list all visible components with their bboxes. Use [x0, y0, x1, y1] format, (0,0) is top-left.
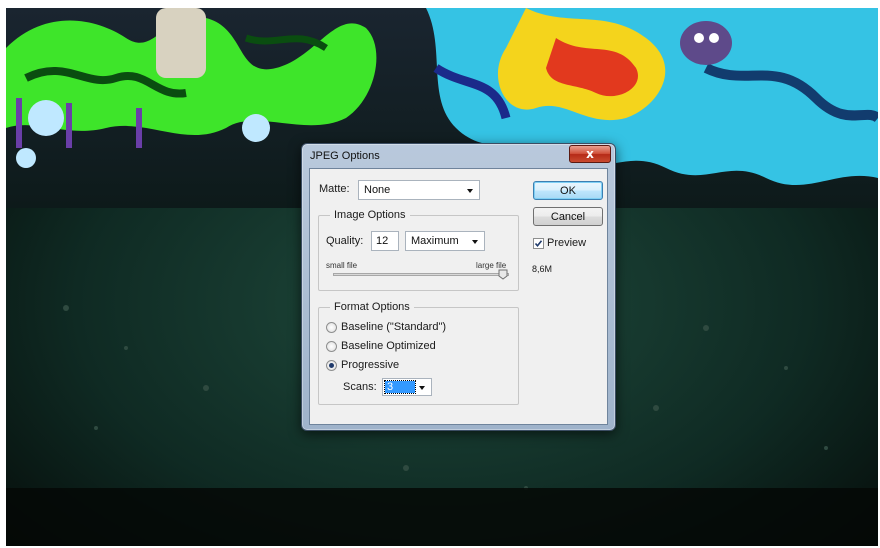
baseline-optimized-radio[interactable] [326, 341, 337, 352]
quality-input[interactable]: 12 [371, 231, 399, 251]
matte-dropdown[interactable]: None [358, 180, 480, 200]
quality-preset-dropdown[interactable]: Maximum [405, 231, 485, 251]
baseline-standard-label[interactable]: Baseline ("Standard") [341, 321, 446, 333]
dialog-titlebar[interactable]: JPEG Options x [302, 144, 615, 168]
close-button[interactable]: x [569, 145, 611, 163]
image-options-group [318, 215, 519, 291]
progressive-radio[interactable] [326, 360, 337, 371]
scans-label: Scans: [343, 381, 377, 393]
ok-button[interactable]: OK [533, 181, 603, 200]
scans-dropdown[interactable]: 3 [382, 378, 432, 396]
matte-value: None [364, 184, 391, 196]
slider-min-label: small file [326, 261, 358, 270]
preview-label[interactable]: Preview [547, 237, 586, 249]
checkmark-icon [534, 240, 543, 248]
chevron-down-icon [472, 240, 478, 244]
chevron-down-icon [467, 189, 473, 193]
baseline-optimized-label[interactable]: Baseline Optimized [341, 340, 436, 352]
matte-label: Matte: [319, 183, 350, 195]
scans-value: 3 [384, 380, 416, 394]
quality-slider-track[interactable] [333, 273, 509, 276]
progressive-label[interactable]: Progressive [341, 359, 399, 371]
cancel-button[interactable]: Cancel [533, 207, 603, 226]
quality-slider-thumb[interactable] [498, 269, 508, 280]
dialog-title: JPEG Options [310, 150, 380, 162]
chevron-down-icon [419, 386, 425, 390]
dialog-client-area: Matte: None Image Options Quality: 12 Ma… [309, 168, 608, 425]
jpeg-options-dialog: JPEG Options x Matte: None Image Options… [301, 143, 616, 431]
close-icon: x [586, 147, 594, 161]
baseline-standard-radio[interactable] [326, 322, 337, 333]
file-size-readout: 8,6M [532, 264, 553, 274]
quality-preset-value: Maximum [411, 235, 459, 247]
image-options-title: Image Options [330, 209, 410, 221]
quality-label: Quality: [326, 235, 364, 247]
format-options-title: Format Options [330, 301, 414, 313]
preview-checkbox[interactable] [533, 238, 544, 249]
